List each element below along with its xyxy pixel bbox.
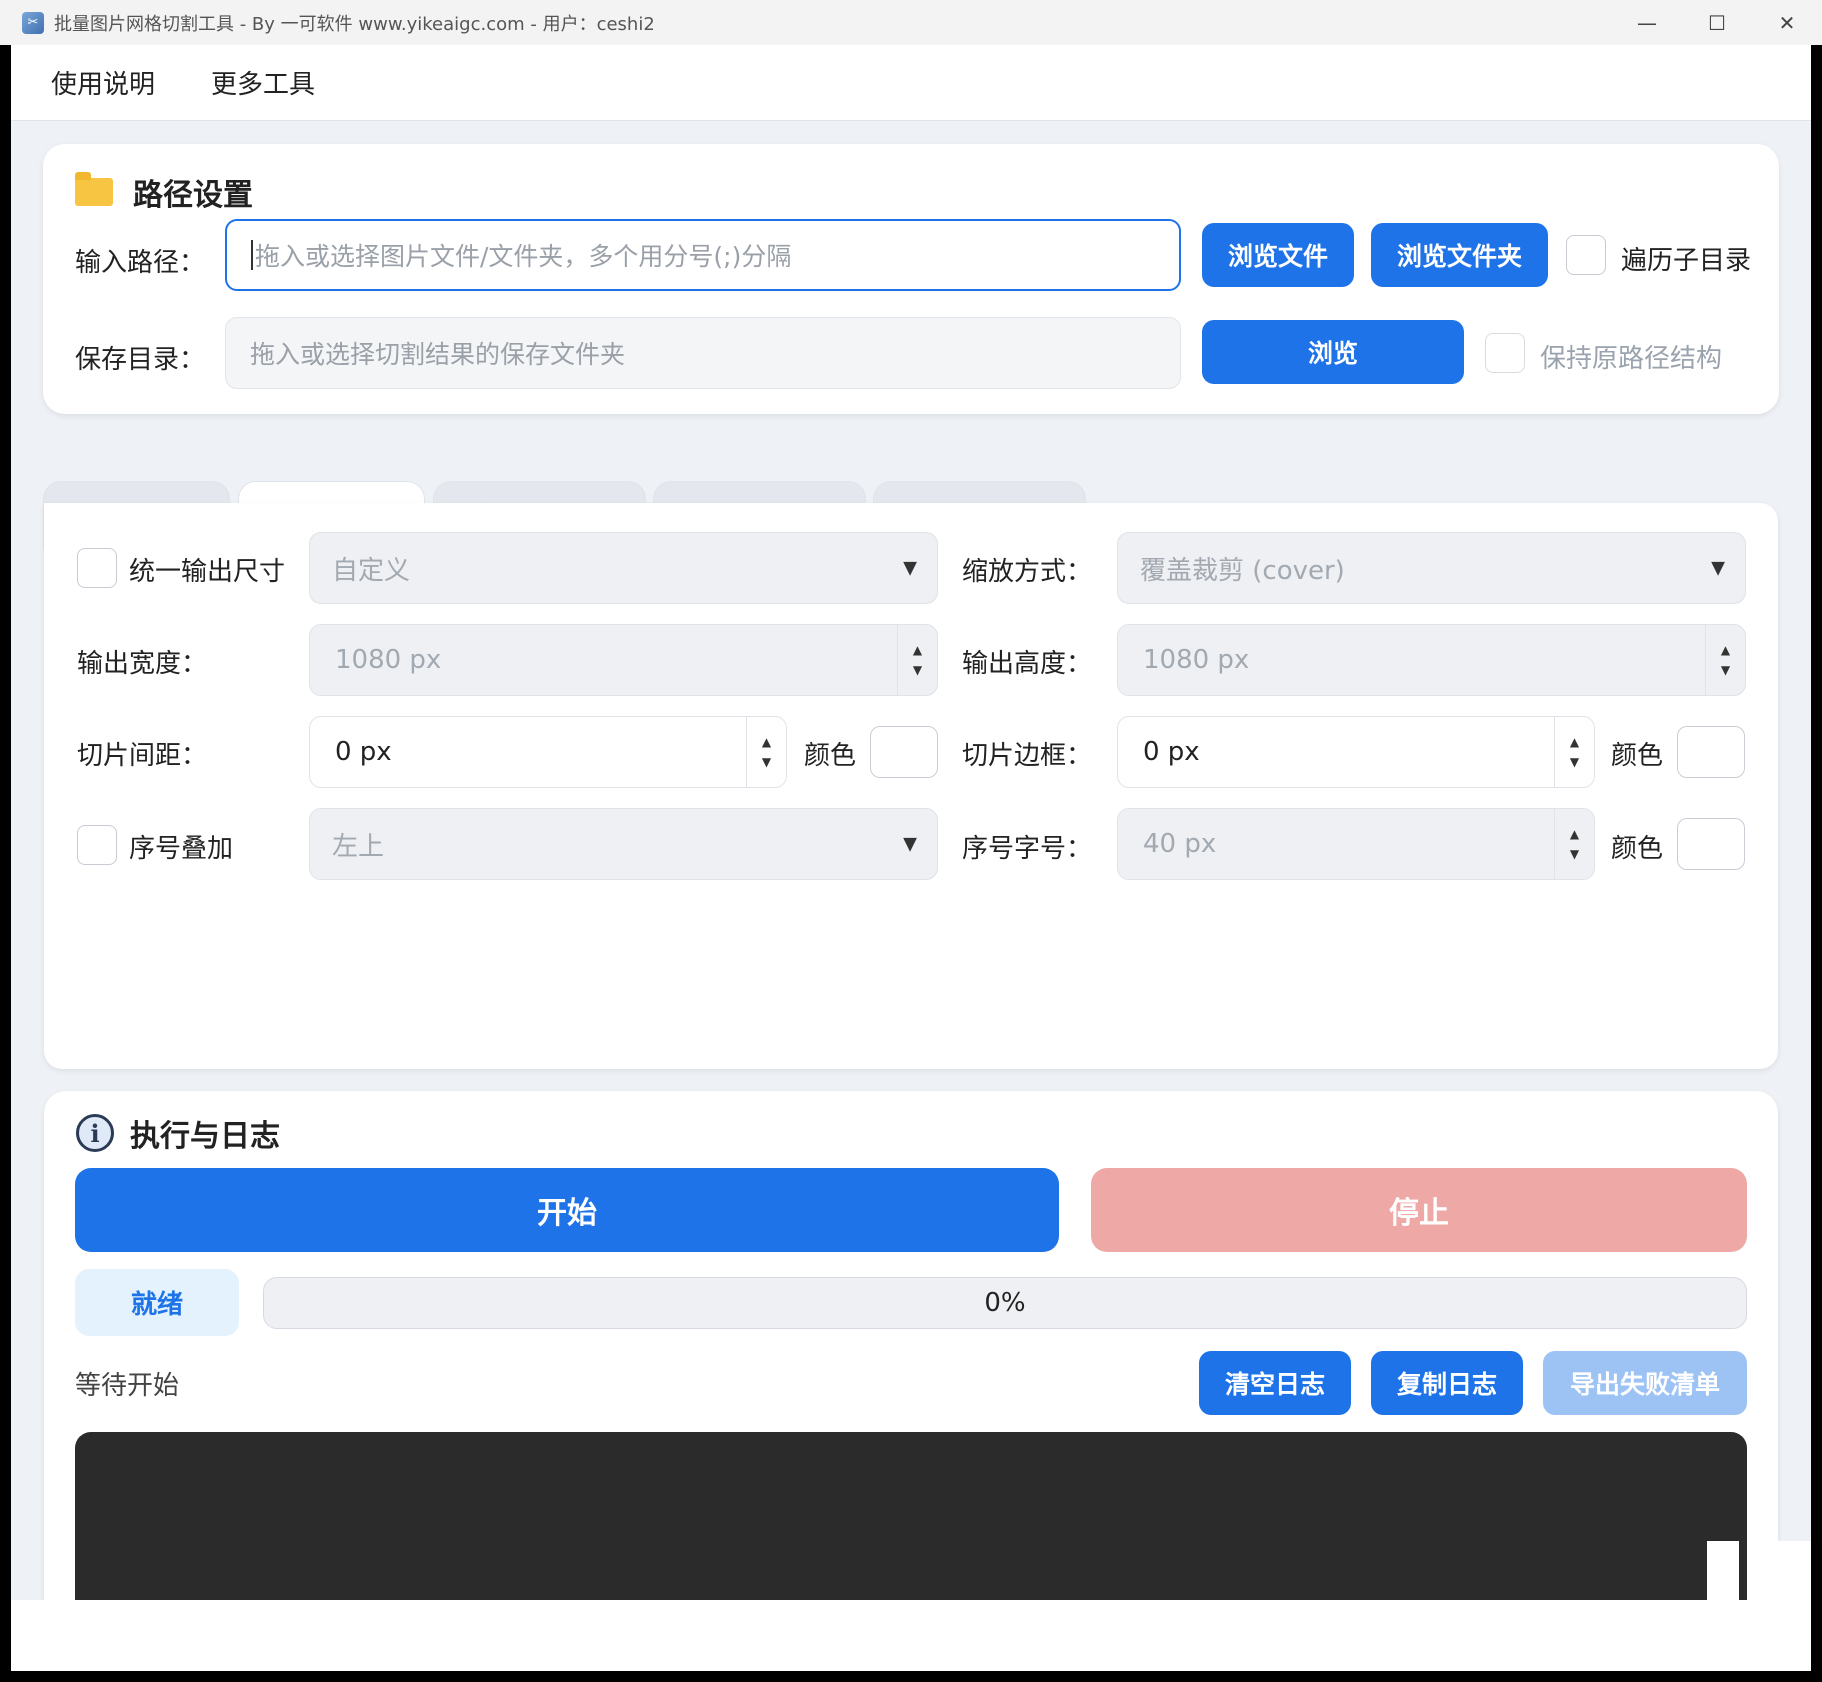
unify-size-label: 统一输出尺寸 xyxy=(129,557,286,587)
size-preset-select[interactable]: 自定义 ▼ xyxy=(309,532,938,604)
output-width-label: 输出宽度： xyxy=(77,649,208,679)
border-color-label: 颜色 xyxy=(1611,741,1664,771)
output-height-input[interactable]: 1080 px ▲ ▼ xyxy=(1117,624,1746,696)
chevron-down-icon: ▼ xyxy=(903,557,917,579)
save-dir-field[interactable]: 拖入或选择切割结果的保存文件夹 xyxy=(225,317,1181,389)
stop-button[interactable]: 停止 xyxy=(1091,1168,1747,1252)
spin-up-icon[interactable]: ▲ xyxy=(913,643,922,657)
window-title: 批量图片网格切割工具 - By 一可软件 www.yikeaigc.com - … xyxy=(54,13,655,35)
output-style-panel: 统一输出尺寸 自定义 ▼ 缩放方式： 覆盖裁剪 (cover) ▼ 输出宽度： … xyxy=(44,503,1778,1069)
menu-help[interactable]: 使用说明 xyxy=(51,64,155,101)
scale-mode-label: 缩放方式： xyxy=(962,557,1093,587)
progress-bar: 0% xyxy=(263,1277,1747,1329)
save-dir-label: 保存目录： xyxy=(75,345,206,375)
index-font-size-stepper[interactable]: ▲ ▼ xyxy=(1554,809,1594,879)
output-width-input[interactable]: 1080 px ▲ ▼ xyxy=(309,624,938,696)
path-settings-header: 路径设置 xyxy=(75,170,253,214)
title-bar[interactable]: ✂ 批量图片网格切割工具 - By 一可软件 www.yikeaigc.com … xyxy=(0,0,1822,45)
index-overlay-label: 序号叠加 xyxy=(129,834,234,864)
unify-size-checkbox[interactable] xyxy=(77,548,117,588)
browse-file-button[interactable]: 浏览文件 xyxy=(1202,223,1354,287)
recurse-subdirs-checkbox[interactable] xyxy=(1566,235,1606,275)
index-overlay-checkbox[interactable] xyxy=(77,825,117,865)
output-width-stepper[interactable]: ▲ ▼ xyxy=(897,625,937,695)
output-height-stepper[interactable]: ▲ ▼ xyxy=(1705,625,1745,695)
slice-gap-input[interactable]: 0 px ▲ ▼ xyxy=(309,716,787,788)
execution-header: i 执行与日志 xyxy=(76,1111,280,1155)
slice-gap-stepper[interactable]: ▲ ▼ xyxy=(746,717,786,787)
minimize-button[interactable]: — xyxy=(1612,0,1682,45)
index-font-size-value: 40 px xyxy=(1143,829,1217,859)
browse-folder-button[interactable]: 浏览文件夹 xyxy=(1371,223,1548,287)
menu-more-tools[interactable]: 更多工具 xyxy=(211,64,315,101)
slice-border-value: 0 px xyxy=(1143,737,1200,767)
border-color-swatch[interactable] xyxy=(1677,726,1745,778)
text-caret xyxy=(251,240,253,270)
keep-structure-checkbox[interactable] xyxy=(1485,333,1525,373)
waiting-text: 等待开始 xyxy=(75,1371,180,1401)
start-button[interactable]: 开始 xyxy=(75,1168,1059,1252)
scale-mode-value: 覆盖裁剪 (cover) xyxy=(1140,555,1345,586)
spin-down-icon[interactable]: ▼ xyxy=(762,755,771,769)
execution-title: 执行与日志 xyxy=(130,1119,280,1154)
copy-log-button[interactable]: 复制日志 xyxy=(1371,1351,1523,1415)
clear-log-button[interactable]: 清空日志 xyxy=(1199,1351,1351,1415)
maximize-button[interactable]: ☐ xyxy=(1682,0,1752,45)
output-width-value: 1080 px xyxy=(335,645,442,675)
index-font-size-label: 序号字号： xyxy=(962,834,1093,864)
scale-mode-select[interactable]: 覆盖裁剪 (cover) ▼ xyxy=(1117,532,1746,604)
spin-down-icon[interactable]: ▼ xyxy=(1570,755,1579,769)
window-controls: — ☐ ✕ xyxy=(1612,0,1822,45)
spin-down-icon[interactable]: ▼ xyxy=(1570,847,1579,861)
app-logo-icon: ✂ xyxy=(22,11,44,34)
index-color-label: 颜色 xyxy=(1611,834,1664,864)
browse-save-button[interactable]: 浏览 xyxy=(1202,320,1464,384)
slice-gap-value: 0 px xyxy=(335,737,392,767)
index-position-select[interactable]: 左上 ▼ xyxy=(309,808,938,880)
gap-color-swatch[interactable] xyxy=(870,726,938,778)
output-height-label: 输出高度： xyxy=(962,649,1093,679)
spin-down-icon[interactable]: ▼ xyxy=(913,663,922,677)
spin-up-icon[interactable]: ▲ xyxy=(1570,735,1579,749)
spin-up-icon[interactable]: ▲ xyxy=(1570,827,1579,841)
keep-structure-label: 保持原路径结构 xyxy=(1540,344,1723,374)
slice-border-input[interactable]: 0 px ▲ ▼ xyxy=(1117,716,1595,788)
index-color-swatch[interactable] xyxy=(1677,818,1745,870)
scroll-corner xyxy=(1707,1541,1739,1601)
chevron-down-icon: ▼ xyxy=(903,833,917,855)
info-icon: i xyxy=(76,1114,114,1152)
recurse-subdirs-label: 遍历子目录 xyxy=(1621,246,1752,276)
path-settings-card: 路径设置 输入路径： 拖入或选择图片文件/文件夹，多个用分号(;)分隔 浏览文件… xyxy=(43,144,1779,414)
gap-color-label: 颜色 xyxy=(804,741,857,771)
execution-card: i 执行与日志 开始 停止 就绪 0% 等待开始 清空日志 复制日志 导出失败清… xyxy=(44,1091,1778,1671)
app-window: ✂ 批量图片网格切割工具 - By 一可软件 www.yikeaigc.com … xyxy=(0,0,1822,1682)
close-button[interactable]: ✕ xyxy=(1752,0,1822,45)
size-preset-value: 自定义 xyxy=(332,555,411,586)
status-badge: 就绪 xyxy=(75,1269,239,1336)
save-dir-placeholder: 拖入或选择切割结果的保存文件夹 xyxy=(250,340,626,369)
progress-text: 0% xyxy=(984,1288,1026,1318)
scroll-corner-right xyxy=(1771,1541,1811,1601)
folder-icon xyxy=(75,172,113,206)
index-font-size-input[interactable]: 40 px ▲ ▼ xyxy=(1117,808,1595,880)
spin-down-icon[interactable]: ▼ xyxy=(1721,663,1730,677)
slice-border-label: 切片边框： xyxy=(962,741,1093,771)
log-output-area[interactable] xyxy=(75,1432,1747,1600)
chevron-down-icon: ▼ xyxy=(1711,557,1725,579)
export-failed-button[interactable]: 导出失败清单 xyxy=(1543,1351,1747,1415)
spin-up-icon[interactable]: ▲ xyxy=(762,735,771,749)
index-position-value: 左上 xyxy=(332,831,385,862)
slice-gap-label: 切片间距： xyxy=(77,741,208,771)
slice-border-stepper[interactable]: ▲ ▼ xyxy=(1554,717,1594,787)
input-path-placeholder: 拖入或选择图片文件/文件夹，多个用分号(;)分隔 xyxy=(255,242,792,271)
spin-up-icon[interactable]: ▲ xyxy=(1721,643,1730,657)
output-height-value: 1080 px xyxy=(1143,645,1250,675)
input-path-label: 输入路径： xyxy=(75,248,206,278)
menu-bar: 使用说明 更多工具 xyxy=(11,45,1811,121)
client-area: 使用说明 更多工具 路径设置 输入路径： 拖入或选择图片文件/文件夹，多个用分号… xyxy=(11,45,1811,1671)
input-path-field[interactable]: 拖入或选择图片文件/文件夹，多个用分号(;)分隔 xyxy=(225,219,1181,291)
path-settings-title: 路径设置 xyxy=(133,178,253,213)
bottom-strip xyxy=(11,1600,1811,1671)
